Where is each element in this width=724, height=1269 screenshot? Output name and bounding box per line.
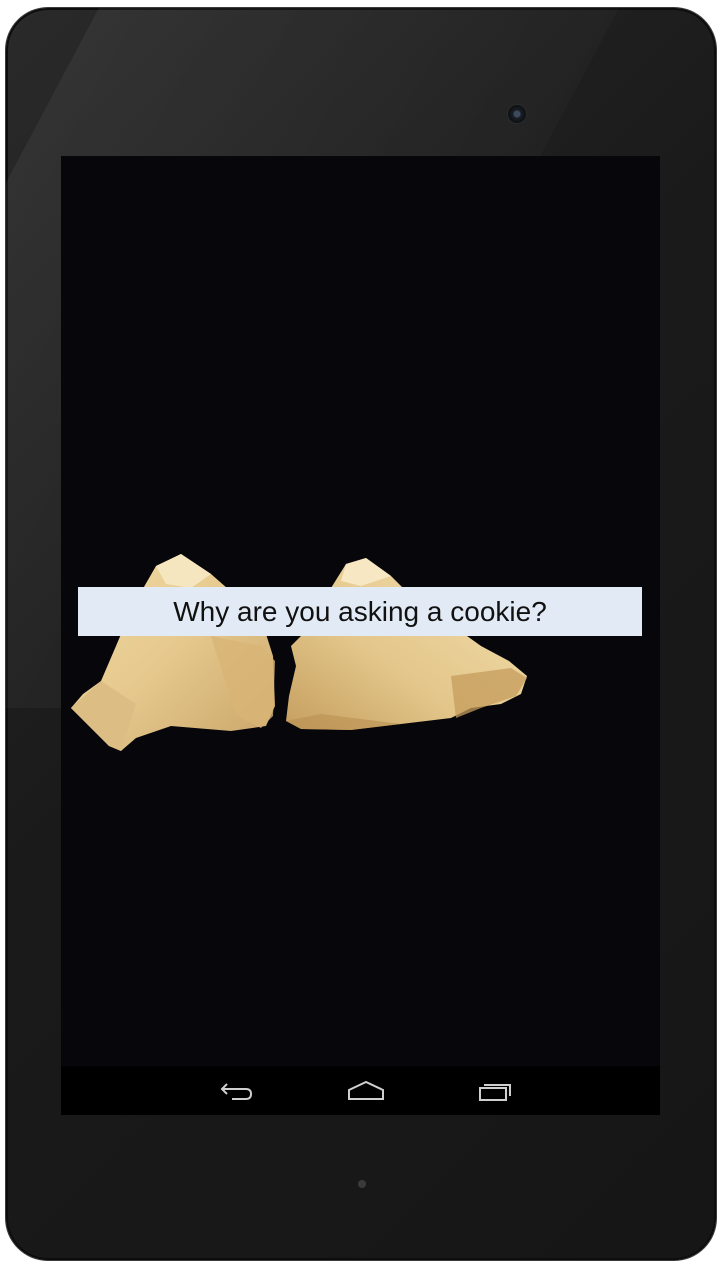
notification-led: [358, 1180, 366, 1188]
recent-apps-icon: [479, 1084, 511, 1101]
recent-apps-button[interactable]: [464, 1074, 524, 1108]
back-button[interactable]: [208, 1074, 268, 1108]
back-arrow-icon: [220, 1083, 253, 1100]
tablet-device-frame: Why are you asking a cookie?: [6, 8, 716, 1260]
home-button[interactable]: [336, 1074, 396, 1108]
cookie-left-half: [71, 554, 275, 751]
fortune-message-banner: Why are you asking a cookie?: [78, 587, 642, 636]
front-camera: [508, 105, 526, 123]
fortune-message-text: Why are you asking a cookie?: [173, 595, 547, 627]
navigation-bar: [61, 1066, 660, 1115]
cookie-right-half: [286, 558, 527, 730]
app-screen[interactable]: Why are you asking a cookie?: [61, 156, 660, 1115]
home-icon: [348, 1080, 384, 1100]
